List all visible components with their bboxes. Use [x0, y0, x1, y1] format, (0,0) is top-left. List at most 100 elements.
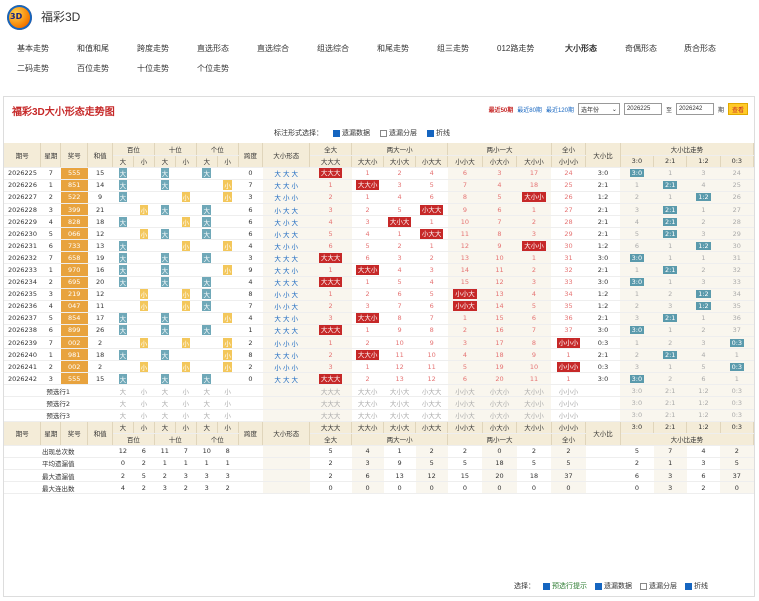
predict-cell[interactable]: 小: [217, 384, 239, 398]
predict-cell[interactable]: 大: [112, 409, 134, 422]
checkbox-icon[interactable]: [427, 129, 434, 137]
checkbox-icon[interactable]: [380, 129, 387, 137]
predict-cell[interactable]: 小: [175, 384, 197, 398]
two-small-cell: 13: [447, 251, 483, 265]
u-big-cell: 大: [196, 203, 218, 217]
two-small-value: 3: [497, 169, 502, 178]
two-small-cell: 2: [516, 215, 552, 229]
nav-item[interactable]: 直选综合: [257, 43, 289, 54]
predict-cell[interactable]: 大: [154, 396, 176, 410]
year-select[interactable]: 选年份 ⌄: [577, 103, 620, 115]
predict-cell: 小小大: [447, 409, 483, 422]
nav-item[interactable]: 十位走势: [137, 63, 169, 74]
week-cell: 5: [40, 312, 61, 325]
nav-item[interactable]: 直选形态: [197, 43, 229, 54]
option-missing[interactable]: 遗漏数据: [333, 128, 370, 138]
predict-label[interactable]: 预选行1: [4, 384, 113, 398]
trend-cell: 30: [720, 239, 754, 253]
predict-cell[interactable]: 大: [112, 396, 134, 410]
option-layer[interactable]: 遗漏分层: [380, 128, 417, 138]
from-period-input[interactable]: 2026225: [623, 103, 662, 115]
nav-item[interactable]: 跨度走势: [137, 43, 169, 54]
nav-item[interactable]: 质合形态: [684, 43, 716, 54]
predict-cell: 1:2: [686, 396, 721, 410]
allbig-cell: 1: [309, 263, 352, 277]
predict-cell[interactable]: 大: [154, 384, 176, 398]
nav-item[interactable]: 组选综合: [317, 43, 349, 54]
trend-cell: 6: [686, 372, 721, 386]
trend-value: 2:1: [662, 181, 678, 190]
period-cell: 2026238: [4, 324, 41, 338]
shape-cell: [262, 457, 310, 471]
allbig-header: 全大: [309, 143, 353, 156]
digit-marker: 大: [202, 228, 211, 239]
prize-cell: 854: [60, 312, 88, 325]
checkbox-icon[interactable]: [640, 582, 647, 590]
stats-cell: 3: [175, 469, 197, 483]
trend-value: 1: [668, 253, 673, 262]
predict-cell[interactable]: 大: [196, 396, 218, 410]
small-subheader: 小: [175, 155, 197, 168]
nav-item[interactable]: 个位走势: [197, 63, 229, 74]
predict-label[interactable]: 预选行2: [4, 396, 113, 410]
recent-50-link[interactable]: 最近50期: [489, 105, 514, 114]
predict-cell[interactable]: 小: [133, 384, 155, 398]
checkbox-icon[interactable]: [595, 582, 602, 590]
nav-item[interactable]: 和值和尾: [77, 43, 109, 54]
trend-cell: 32: [720, 263, 754, 277]
footer-missing[interactable]: 遗漏数据: [595, 581, 632, 591]
nav-item[interactable]: 奇偶形态: [625, 43, 657, 54]
option-line[interactable]: 折线: [427, 128, 450, 138]
period-cell: 2026241: [4, 360, 41, 374]
nav-item[interactable]: 组三走势: [437, 43, 469, 54]
trend-cell: 2: [686, 324, 721, 338]
two-small-value: 17: [495, 338, 504, 347]
query-button[interactable]: 查看: [727, 103, 748, 115]
predict-cell[interactable]: 小: [133, 409, 155, 422]
predict-cell[interactable]: 小: [175, 396, 197, 410]
two-big-value: 4: [429, 278, 434, 287]
trend-cell: 3: [653, 300, 687, 313]
predict-cell[interactable]: 大: [196, 384, 218, 398]
predict-cell[interactable]: 小: [217, 396, 239, 410]
predict-label[interactable]: 预选行3: [4, 409, 113, 422]
predict-cell[interactable]: 小: [217, 409, 239, 422]
trend-header: 大小比走势: [620, 433, 755, 446]
two-small-cell: 1: [516, 203, 552, 217]
checkbox-icon[interactable]: [685, 582, 692, 590]
nav-item[interactable]: 和尾走势: [377, 43, 409, 54]
predict-row: 预选行3 大小大小大小大大大 大大小 大小大 小大大 小小大 小大小 大小小 小小小 3:0 2:1…: [4, 409, 754, 422]
two-small-value: 14: [495, 302, 504, 311]
two-small-value: 3: [462, 338, 468, 347]
nav-item[interactable]: 基本走势: [17, 43, 49, 54]
recent-120-link[interactable]: 最近120期: [546, 105, 574, 114]
sum-cell: 14: [87, 179, 113, 192]
footer-layer[interactable]: 遗漏分层: [640, 581, 677, 591]
nav-item[interactable]: 大小形态: [565, 43, 597, 54]
nav-item[interactable]: 二码走势: [17, 63, 49, 74]
footer-predict[interactable]: 预选行提示: [543, 581, 587, 591]
predict-cell[interactable]: 小: [133, 396, 155, 410]
recent-80-link[interactable]: 最近80期: [517, 105, 542, 114]
sub-header: 大大小: [351, 421, 385, 434]
trend-value: 1: [668, 241, 673, 250]
predict-cell[interactable]: 大: [196, 409, 218, 422]
stats-cell: 5: [720, 457, 754, 471]
nav-item[interactable]: 012路走势: [497, 43, 534, 54]
to-period-input[interactable]: 2026242: [675, 103, 714, 115]
period-cell: 2026234: [4, 276, 41, 289]
checkbox-icon[interactable]: [333, 129, 340, 137]
nav-item[interactable]: 百位走势: [77, 63, 109, 74]
footer-line[interactable]: 折线: [685, 581, 708, 591]
span-cell: 4: [238, 239, 263, 253]
predict-cell[interactable]: 小: [175, 409, 197, 422]
allbig-value: 6: [328, 241, 333, 250]
checkbox-icon[interactable]: [543, 582, 550, 590]
t-big-cell: 大: [154, 276, 176, 289]
two-big-cell: 大大小: [351, 312, 384, 325]
sub-header: 小小大: [447, 155, 483, 168]
predict-cell[interactable]: 大: [112, 384, 134, 398]
predict-cell[interactable]: 大: [154, 409, 176, 422]
two-small-value: 11: [529, 374, 539, 383]
allsmall-value: 29: [564, 229, 573, 238]
